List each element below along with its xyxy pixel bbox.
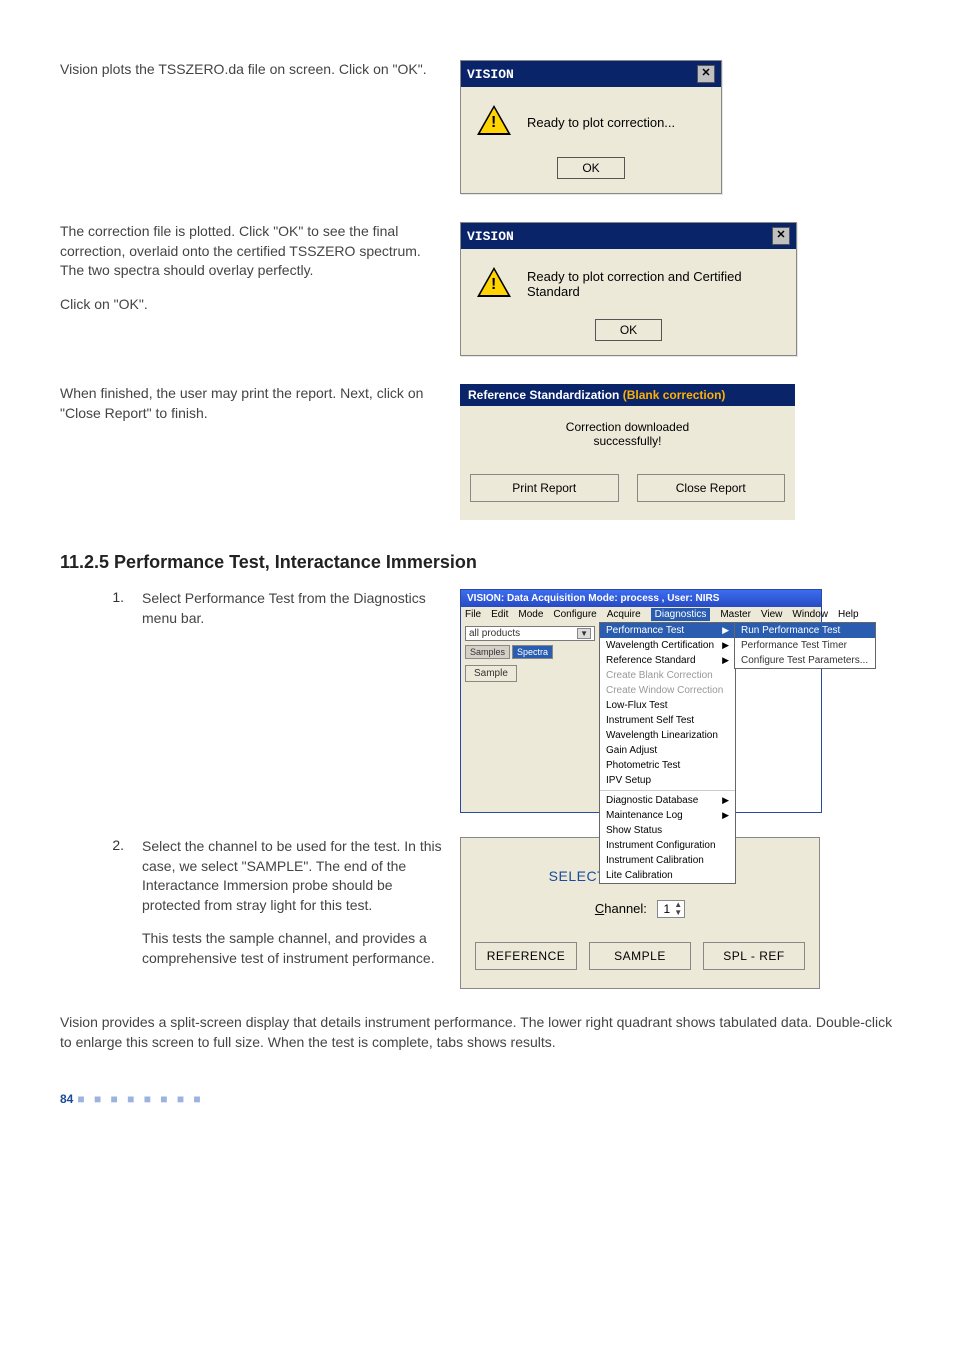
- menu-view[interactable]: View: [761, 609, 783, 620]
- dialog-message: Ready to plot correction...: [527, 115, 675, 130]
- menu-diagnostics[interactable]: Diagnostics: [651, 608, 711, 621]
- reference-standardization-panel: Reference Standardization (Blank correct…: [460, 384, 795, 520]
- ok-button[interactable]: OK: [595, 319, 662, 341]
- submenu-arrow-icon: ▶: [722, 795, 729, 806]
- app-titlebar: VISION: Data Acquisition Mode: process ,…: [461, 590, 821, 607]
- menu-help[interactable]: Help: [838, 609, 859, 620]
- warning-icon: !: [477, 267, 511, 301]
- submenu-item[interactable]: Configure Test Parameters...: [735, 653, 875, 668]
- step-number: 2.: [60, 837, 124, 989]
- menu-item[interactable]: Gain Adjust: [600, 743, 735, 758]
- reference-button[interactable]: REFERENCE: [475, 942, 577, 970]
- menu-mode[interactable]: Mode: [518, 609, 543, 620]
- menu-configure[interactable]: Configure: [553, 609, 596, 620]
- submenu-arrow-icon: ▶: [722, 810, 729, 821]
- spinner-arrows-icon[interactable]: ▲▼: [674, 901, 682, 917]
- panel-message: Correction downloaded: [470, 420, 785, 434]
- panel-title: Reference Standardization: [468, 388, 623, 402]
- channel-value: 1: [664, 902, 675, 916]
- instruction-text: Vision plots the TSSZERO.da file on scre…: [60, 60, 440, 80]
- step-text: This tests the sample channel, and provi…: [142, 929, 442, 968]
- dialog-title: VISION: [467, 229, 514, 244]
- app-menubar[interactable]: File Edit Mode Configure Acquire Diagnostics M…: [461, 607, 821, 622]
- menu-item[interactable]: Maintenance Log▶: [600, 808, 735, 823]
- menu-edit[interactable]: Edit: [491, 609, 508, 620]
- performance-test-submenu[interactable]: Run Performance TestPerformance Test Tim…: [734, 622, 876, 669]
- step-number: 1.: [60, 589, 124, 813]
- menu-item[interactable]: Instrument Configuration: [600, 838, 735, 853]
- menu-item[interactable]: Lite Calibration: [600, 868, 735, 883]
- sample-button[interactable]: SAMPLE: [589, 942, 691, 970]
- submenu-arrow-icon: ▶: [722, 625, 729, 636]
- panel-title-highlight: (Blank correction): [623, 388, 726, 402]
- instruction-text: The correction file is plotted. Click "O…: [60, 222, 440, 281]
- section-heading: 11.2.5 Performance Test, Interactance Im…: [60, 552, 894, 573]
- submenu-item[interactable]: Run Performance Test: [735, 623, 875, 638]
- submenu-arrow-icon: ▶: [722, 655, 729, 666]
- dialog-title: VISION: [467, 67, 514, 82]
- ok-button[interactable]: OK: [557, 157, 624, 179]
- close-icon[interactable]: ✕: [697, 65, 715, 83]
- menu-item[interactable]: Wavelength Certification▶: [600, 638, 735, 653]
- menu-item[interactable]: Reference Standard▶: [600, 653, 735, 668]
- menu-item[interactable]: Low-Flux Test: [600, 698, 735, 713]
- channel-label: hannel:: [604, 901, 647, 916]
- combo-value: all products: [469, 628, 520, 639]
- submenu-arrow-icon: ▶: [722, 640, 729, 651]
- menu-item[interactable]: Instrument Self Test: [600, 713, 735, 728]
- menu-item[interactable]: IPV Setup: [600, 773, 735, 788]
- submenu-item[interactable]: Performance Test Timer: [735, 638, 875, 653]
- channel-spinner[interactable]: 1 ▲▼: [657, 900, 686, 918]
- channel-label-hotkey: C: [595, 901, 604, 916]
- sample-button[interactable]: Sample: [465, 665, 517, 682]
- dropdown-arrow-icon[interactable]: ▼: [577, 628, 591, 639]
- dialog-message: Ready to plot correction and Certified S…: [527, 269, 776, 299]
- tab-spectra[interactable]: Spectra: [512, 645, 553, 659]
- menu-item: Create Blank Correction: [600, 668, 735, 683]
- page-number: 84■ ■ ■ ■ ■ ■ ■ ■: [60, 1092, 894, 1106]
- step-text: Select the channel to be used for the te…: [142, 837, 442, 915]
- menu-item[interactable]: Show Status: [600, 823, 735, 838]
- menu-master[interactable]: Master: [720, 609, 751, 620]
- product-combo[interactable]: all products ▼: [465, 626, 595, 641]
- menu-item: Create Window Correction: [600, 683, 735, 698]
- close-icon[interactable]: ✕: [772, 227, 790, 245]
- spl-ref-button[interactable]: SPL - REF: [703, 942, 805, 970]
- menu-item[interactable]: Wavelength Linearization: [600, 728, 735, 743]
- menu-item[interactable]: Instrument Calibration: [600, 853, 735, 868]
- vision-dialog-2: VISION ✕ ! Ready to plot correction and …: [460, 222, 797, 356]
- instruction-text: Click on "OK".: [60, 295, 440, 315]
- warning-icon: !: [477, 105, 511, 139]
- vision-dialog-1: VISION ✕ ! Ready to plot correction... O…: [460, 60, 722, 194]
- panel-message: successfully!: [470, 434, 785, 448]
- menu-acquire[interactable]: Acquire: [607, 609, 641, 620]
- vision-app-screenshot: VISION: Data Acquisition Mode: process ,…: [460, 589, 822, 813]
- print-report-button[interactable]: Print Report: [470, 474, 619, 502]
- bottom-paragraph: Vision provides a split-screen display t…: [60, 1013, 894, 1052]
- tab-samples[interactable]: Samples: [465, 645, 510, 659]
- diagnostics-menu[interactable]: Performance Test▶Wavelength Certificatio…: [599, 622, 736, 884]
- instruction-text: When finished, the user may print the re…: [60, 384, 440, 423]
- menu-item[interactable]: Diagnostic Database▶: [600, 793, 735, 808]
- menu-item[interactable]: Performance Test▶: [600, 623, 735, 638]
- menu-file[interactable]: File: [465, 609, 481, 620]
- menu-item[interactable]: Photometric Test: [600, 758, 735, 773]
- menu-window[interactable]: Window: [792, 609, 828, 620]
- close-report-button[interactable]: Close Report: [637, 474, 786, 502]
- step-text: Select Performance Test from the Diagnos…: [142, 589, 442, 813]
